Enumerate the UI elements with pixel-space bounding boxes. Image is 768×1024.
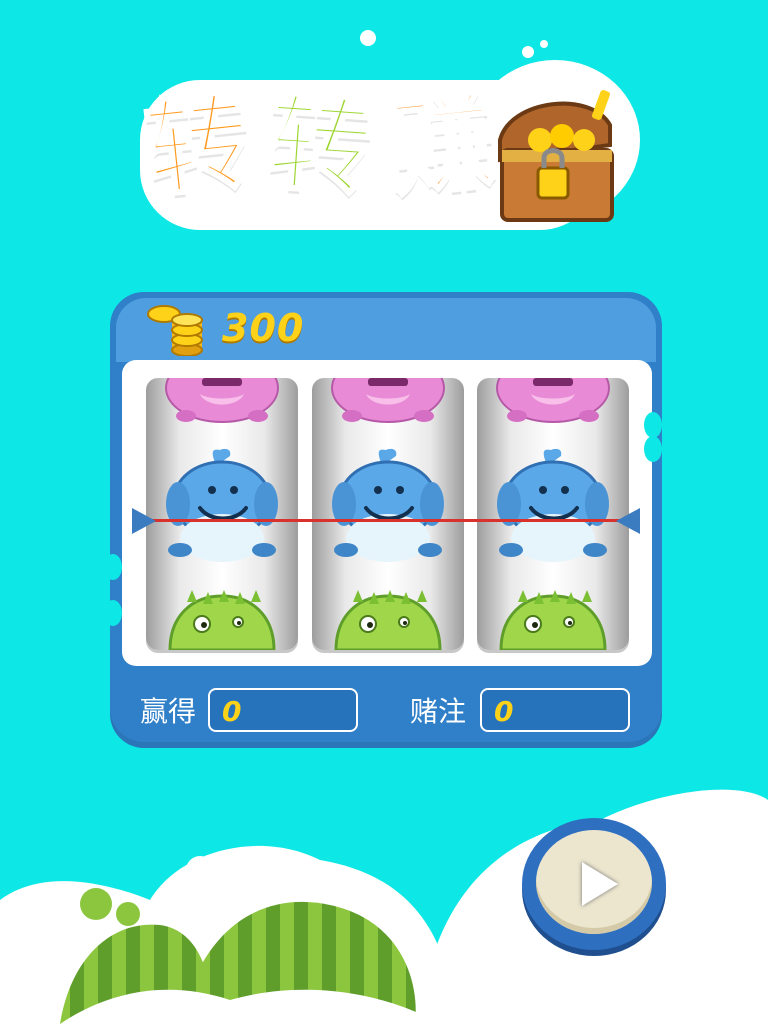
title-char: 转 [262,80,377,212]
coin-stack-icon [147,305,203,356]
title-char: 转 [138,78,257,213]
blue-whale-icon [332,448,444,562]
reel-1 [146,378,298,650]
win-label: 赢得 [140,695,197,728]
panel-notch [644,436,662,462]
play-button[interactable] [522,818,666,950]
panel-notch [104,600,122,626]
reel-2 [312,378,464,650]
pink-monster-icon [496,378,610,423]
game-title: 转 转 赚 [138,40,660,240]
green-monster-icon [168,590,276,650]
win-field: 0 [208,688,358,732]
pink-monster-icon [331,378,445,423]
play-icon [582,862,618,906]
blue-whale-icon [166,448,278,562]
treasure-chest-icon [498,90,614,222]
reel-3 [477,378,629,650]
play-button-face [536,830,652,934]
green-monster-icon [334,590,442,650]
payline-marker-left [132,508,156,534]
bet-label: 赌注 [410,695,467,728]
blue-whale-icon [497,448,609,562]
title-text: 转 转 赚 [138,76,501,216]
bet-field[interactable]: 0 [480,688,630,732]
green-monster-icon [499,590,607,650]
pink-monster-icon [165,378,279,423]
panel-notch [104,554,122,580]
payline [136,519,640,522]
payline-marker-right [616,508,640,534]
credits-value: 300 [222,306,305,350]
panel-notch [644,412,662,438]
